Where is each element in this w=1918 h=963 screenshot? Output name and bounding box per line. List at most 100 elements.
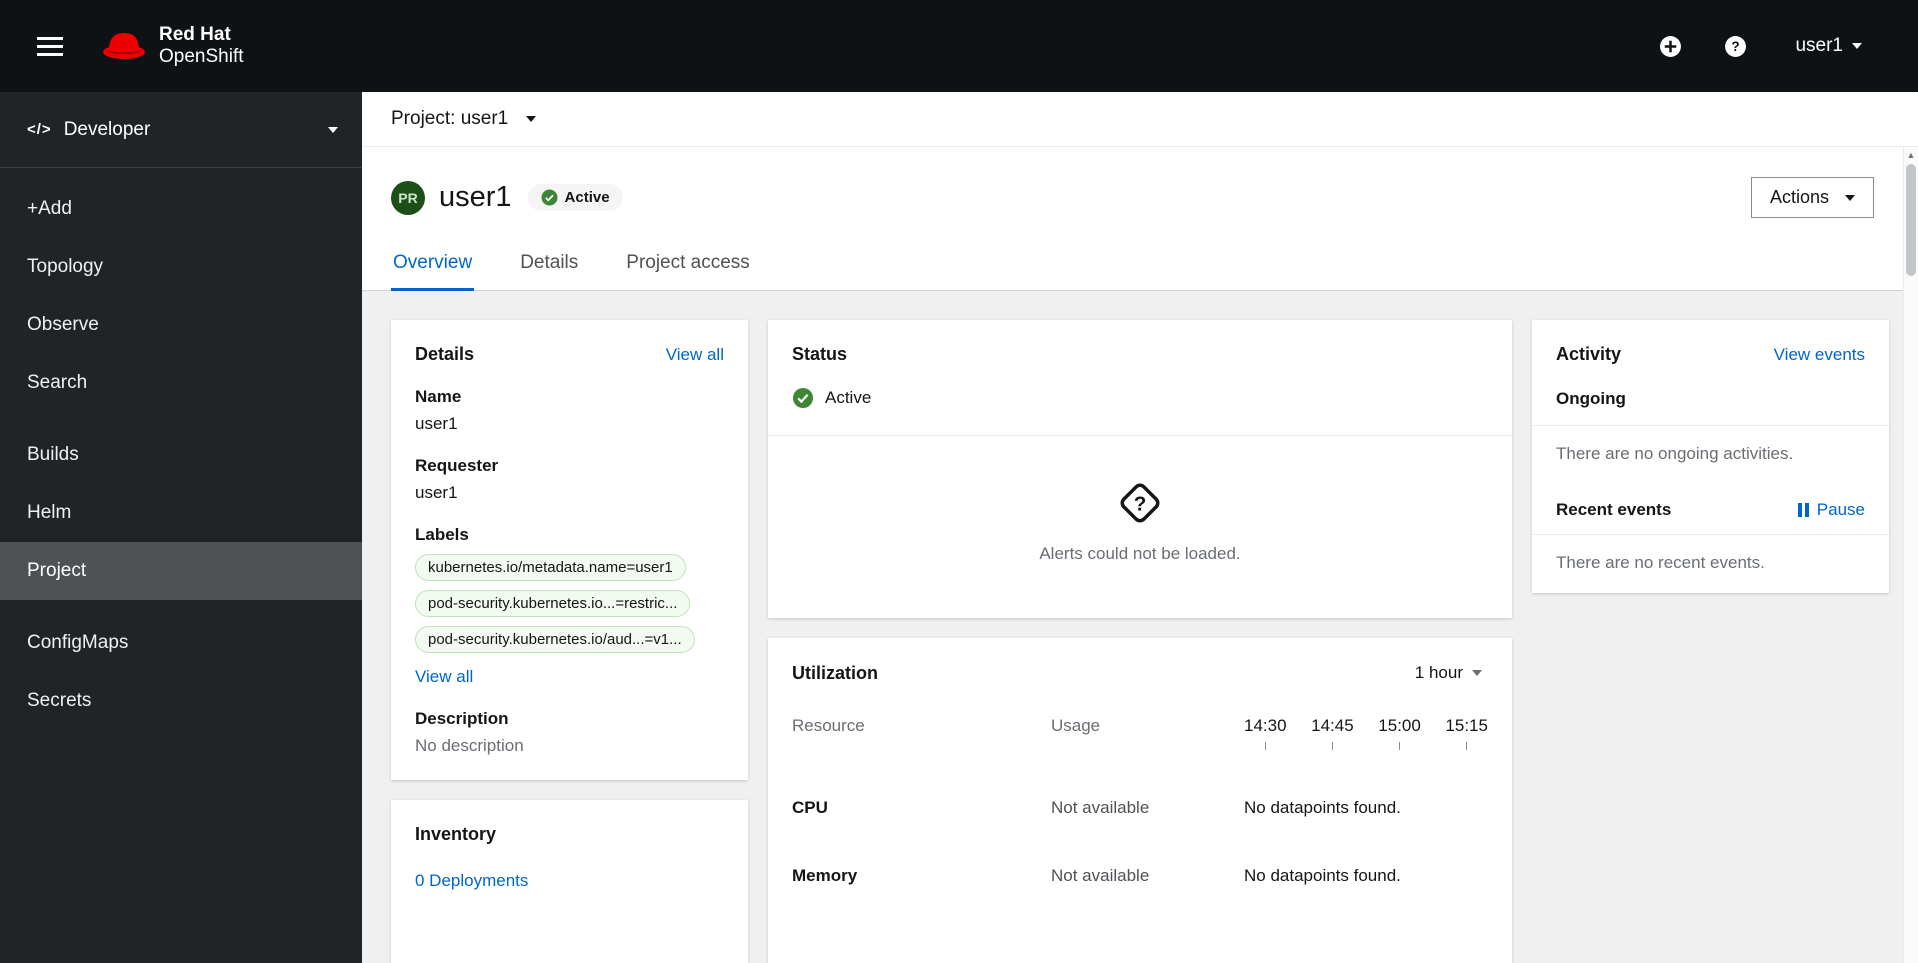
sidebar-item-project[interactable]: Project [0,542,362,600]
name-field-value: user1 [415,414,458,433]
sidebar-item-add[interactable]: +Add [0,180,362,238]
user-menu[interactable]: user1 [1789,34,1868,58]
tab-project-access[interactable]: Project access [624,238,752,290]
sidebar-item-helm[interactable]: Helm [0,484,362,542]
duration-dropdown[interactable]: 1 hour [1409,662,1488,684]
activity-card: Activity View events Ongoing There are n… [1532,320,1889,593]
sidebar-item-search[interactable]: Search [0,354,362,412]
status-badge: Active [527,184,623,211]
pause-button-label: Pause [1816,500,1865,519]
label-pill[interactable]: pod-security.kubernetes.io...=restric... [415,590,691,617]
project-status-text: Active [825,388,872,407]
nav-toggle-button[interactable] [27,35,73,58]
label-pill[interactable]: kubernetes.io/metadata.name=user1 [415,554,686,581]
project-selector[interactable]: Project: user1 [391,108,537,130]
project-bar: Project: user1 [362,92,1918,147]
time-tick: 14:45 [1311,716,1354,750]
vertical-scrollbar[interactable]: ▲ [1903,147,1918,963]
project-resource-badge: PR [391,180,425,215]
perspective-label: Developer [63,118,151,140]
main-area: Project: user1 PR user1 Active Actions O… [362,92,1918,963]
chevron-down-icon [1845,194,1855,201]
tick-mark [1466,742,1468,750]
details-view-all-link[interactable]: View all [666,345,724,365]
inventory-deployments-link[interactable]: 0 Deployments [415,871,528,891]
inventory-card-title: Inventory [415,824,497,844]
check-circle-icon [541,189,558,206]
openshift-console: Red Hat OpenShift ? user1 </> Developer … [0,0,1918,963]
scrollbar-thumb[interactable] [1906,164,1916,276]
add-icon-button[interactable] [1659,35,1682,58]
overview-content: Details View all Name user1 Requester us… [362,291,1918,963]
help-icon-button[interactable]: ? [1724,35,1747,58]
recent-events-empty-message: There are no recent events. [1556,553,1765,572]
scroll-up-arrow[interactable]: ▲ [1904,147,1918,163]
alerts-empty-message: Alerts could not be loaded. [1039,544,1241,563]
actions-dropdown[interactable]: Actions [1750,177,1874,218]
svg-text:?: ? [1732,39,1740,54]
requester-field-value: user1 [415,483,458,502]
utilization-row-memory: Memory Not available No datapoints found… [792,866,1488,886]
chevron-down-icon [328,126,338,133]
time-tick: 15:15 [1445,716,1488,750]
page-title: user1 [439,181,512,213]
sidebar-item-observe[interactable]: Observe [0,296,362,354]
sidebar-item-builds[interactable]: Builds [0,426,362,484]
description-field-value: No description [415,736,524,755]
brand-line2: OpenShift [159,46,244,67]
activity-card-title: Activity [1556,344,1622,364]
sidebar-nav: +Add Topology Observe Search Builds Helm… [0,180,362,730]
requester-field-label: Requester [415,456,499,475]
brand-line1: Red Hat [159,24,231,46]
utilization-column-headers: Resource Usage 14:30 14:45 15:00 15:15 [792,716,1488,750]
inventory-card: Inventory 0 Deployments [391,800,748,963]
time-tick: 14:30 [1244,716,1287,750]
sidebar-item-configmaps[interactable]: ConfigMaps [0,614,362,672]
view-events-link[interactable]: View events [1774,345,1865,365]
perspective-switcher[interactable]: </> Developer [0,92,362,168]
check-circle-icon [793,388,813,408]
duration-dropdown-label: 1 hour [1414,663,1463,682]
user-menu-label: user1 [1795,35,1843,56]
details-card-header: Details View all [415,344,724,365]
title-row: PR user1 Active Actions [362,147,1918,218]
resource-datapoints: No datapoints found. [1244,866,1401,885]
sidebar: </> Developer +Add Topology Observe Sear… [0,92,362,963]
sidebar-item-secrets[interactable]: Secrets [0,672,362,730]
plus-circle-icon [1660,35,1682,57]
resource-column-header: Resource [792,716,865,735]
alerts-empty-state: ? Alerts could not be loaded. [768,436,1512,618]
unknown-icon: ? [1120,483,1160,523]
code-icon: </> [27,121,52,138]
tab-details[interactable]: Details [518,238,580,290]
tick-mark [1399,742,1401,750]
ongoing-empty-message: There are no ongoing activities. [1556,444,1794,463]
resource-usage: Not available [1051,866,1150,885]
middle-column: Status Active ? Alerts could not be load… [768,320,1512,963]
tick-mark [1264,742,1266,750]
time-tick: 15:00 [1378,716,1421,750]
tab-bar: Overview Details Project access [362,238,1918,291]
label-pill[interactable]: pod-security.kubernetes.io/aud...=v1... [415,626,695,653]
recent-events-row: Recent events Pause [1532,484,1889,534]
ongoing-section-title: Ongoing [1556,389,1626,408]
sidebar-item-topology[interactable]: Topology [0,238,362,296]
description-field-label: Description [415,709,509,728]
labels-field-label: Labels [415,525,469,544]
right-column: Activity View events Ongoing There are n… [1532,320,1889,593]
page-header: PR user1 Active Actions Overview Details [362,147,1918,291]
project-status-row: Active [792,387,1488,435]
redhat-fedora-icon [103,33,145,59]
tick-mark [1331,742,1333,750]
svg-text:?: ? [1134,493,1147,516]
details-card: Details View all Name user1 Requester us… [391,320,748,780]
pause-events-button[interactable]: Pause [1797,500,1865,520]
question-circle-icon: ? [1725,35,1747,57]
tab-overview[interactable]: Overview [391,238,475,291]
pause-icon [1797,503,1809,517]
utilization-card-header: Utilization 1 hour [792,662,1488,684]
resource-name: CPU [792,798,828,817]
masthead: Red Hat OpenShift ? user1 [0,0,1918,92]
labels-view-all-link[interactable]: View all [415,667,473,687]
resource-datapoints: No datapoints found. [1244,798,1401,817]
